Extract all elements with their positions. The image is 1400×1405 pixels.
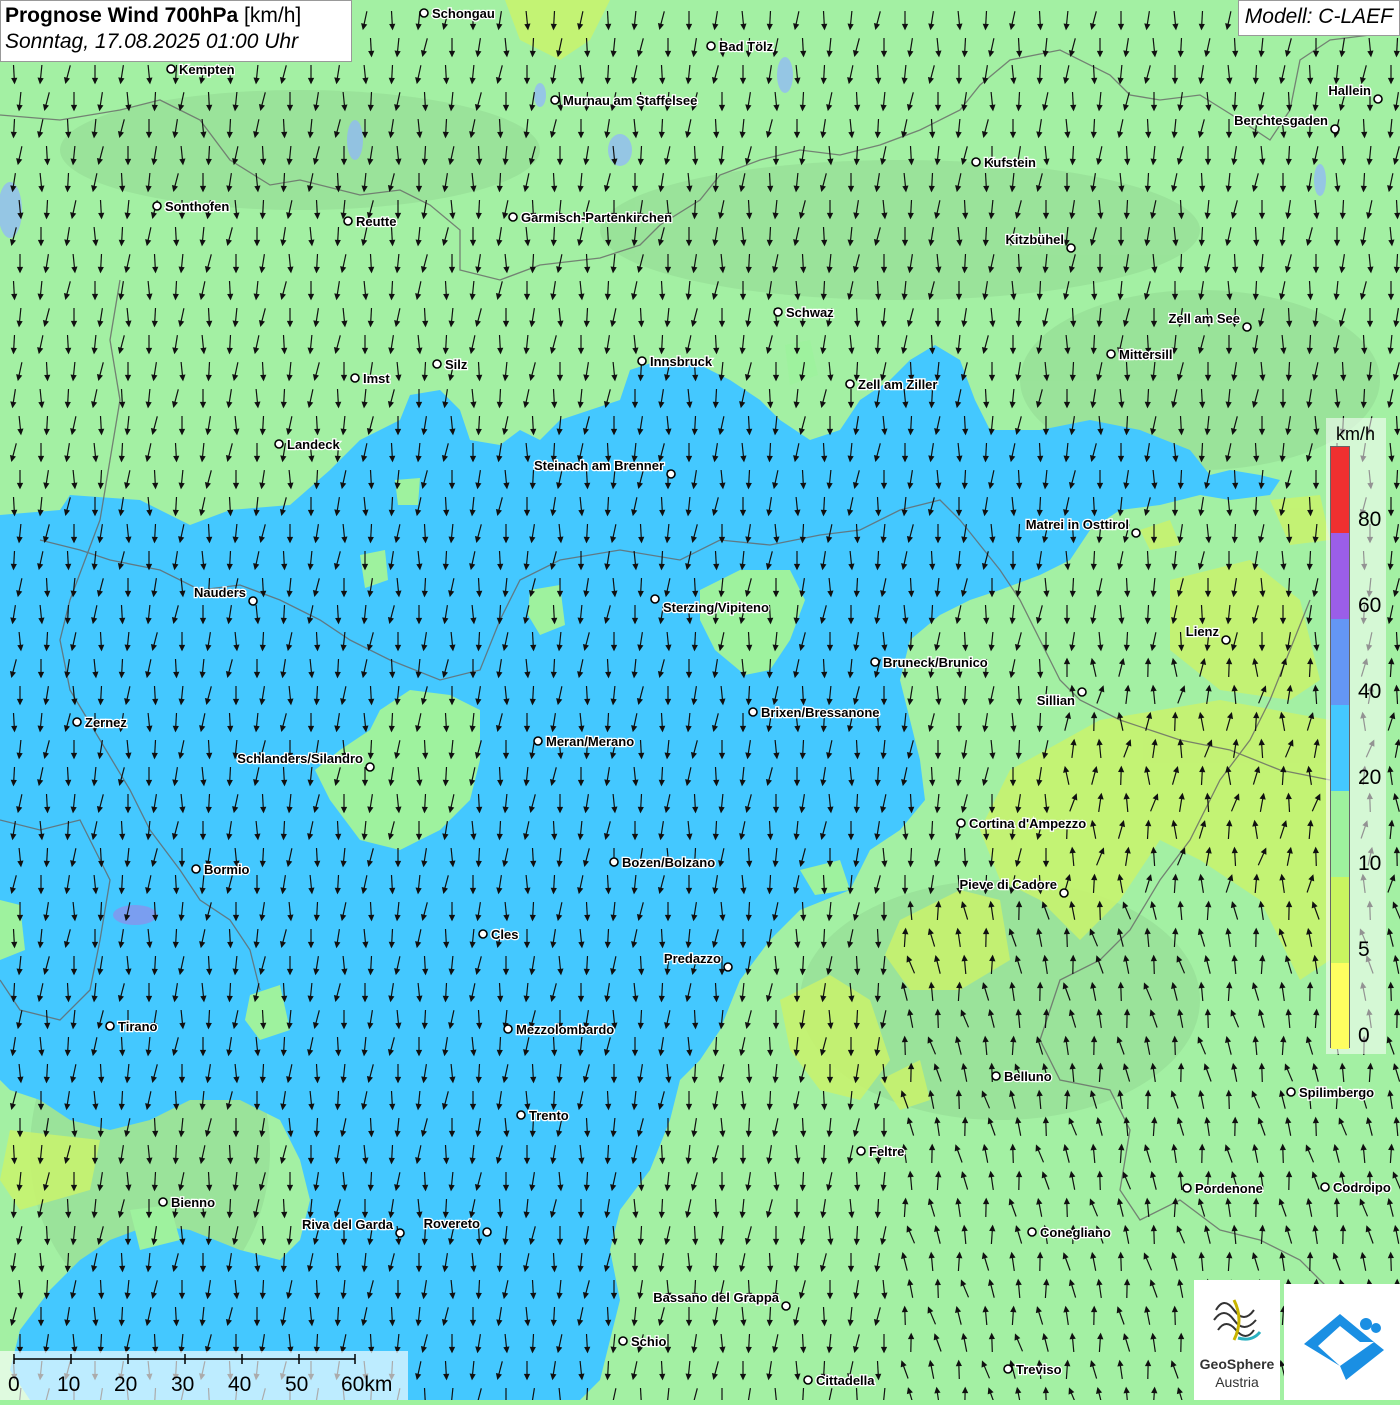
wind-40-60-spot (113, 905, 157, 925)
wind-map: SchongauBad TölzKemptenHalleinMurnau am … (0, 0, 1400, 1400)
